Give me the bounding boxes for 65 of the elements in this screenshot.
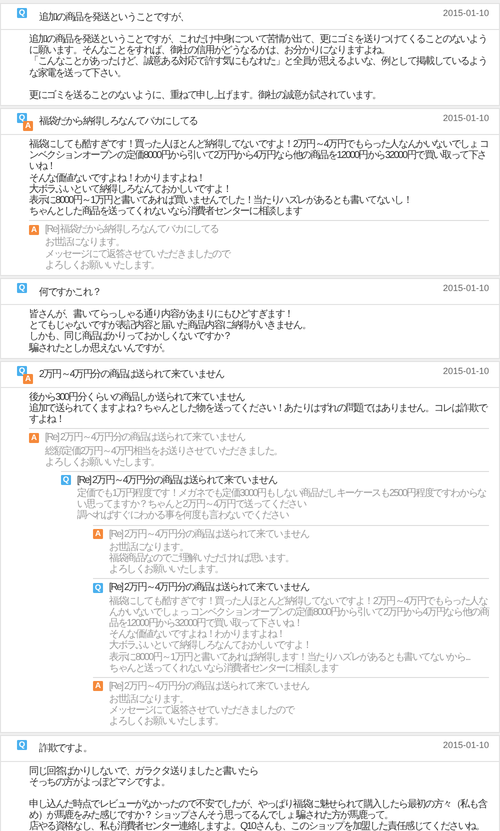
thread-title[interactable]: 2万円～4万円分の商品は送られて来ていません [39, 367, 437, 382]
reply-line: お世話になります。 [109, 694, 188, 706]
post-line: ちゃんとした商品を送ってくれないなら消費者センターに相談します [29, 206, 304, 218]
question-badge: Q [93, 582, 103, 593]
reply-title: [Re] 2万円～4万円分の商品は送られて来ていません [77, 474, 277, 486]
post-line: とてもじゃないですが表記内容と届いた商品内容に納得がいきません。 [29, 320, 312, 332]
reply-title: [Re] 2万円～4万円分の商品は送られて来ていません [109, 528, 309, 540]
question-badge: Q [17, 283, 27, 293]
post-line: そっちの方がよっぽどマシですよ。 [29, 776, 171, 788]
post-line: 店やる資格なし、私も消費者センター連絡しますよ。Q10さんも、このショップを加盟した責任感じてくださいね。 [29, 821, 486, 831]
question-badge: Q [17, 112, 27, 123]
post-date: 2015-01-10 [442, 740, 489, 750]
reply-line: よろしくお願いいたします。 [45, 260, 160, 271]
reply-line: 福袋にしても酷すぎです！買った人ほとんど納得してないですよ！2万円～4万円でもらった人なんかいないでしょっ コンベクションオーブンの定価8000円から引いて2万円から4万円なら他の商品を12000円から32000円で買い取って下さいね！ [109, 596, 489, 629]
thread-title[interactable]: 詐欺ですよ。 [39, 741, 437, 756]
post-line: そんな価値ないですよね！わかりますよね！ [29, 172, 206, 184]
post-line: 大ボラふいといて納得しろなんておかしいですよ！ [29, 184, 232, 195]
reply-line: そんな価値ないですよね！わかりますよね！ [109, 629, 286, 640]
post-line: 同じ回答ばかりしないで、ガラクタ送りましたと書いたら [29, 766, 259, 777]
answer-badge: A [93, 529, 103, 540]
answer-badge: A [93, 681, 103, 692]
reply-line: ちゃんと送ってくれないなら消費者センターに相談します [109, 662, 340, 674]
question-badge: Q [17, 8, 27, 18]
post-line: しかも、同じ商品ばかりっておかしくないですか？ [29, 331, 232, 342]
reply-line: 福袋商品なのでご理解いただければ思います。 [109, 553, 295, 564]
reply-line: よろしくお願いいたします。 [109, 716, 224, 728]
post-line: 騙されたとしか思えないんですが。 [29, 342, 171, 354]
answer-badge: A [23, 120, 33, 131]
reply-line: 表示に8000円～1万円と書いてあれば納得します！当たりハズレがあるとも書いてないから... [109, 652, 472, 662]
post-line: 皆さんが、書いてらっしゃる通り内容があまりにもひどすぎます！ [29, 309, 294, 320]
reply-line: 総額定価2万円～4万円相当をお送りさせていただきました。 [45, 446, 284, 457]
post-date: 2015-01-10 [442, 112, 489, 123]
thread-title[interactable]: 追加の商品を発送ということですが、 [39, 10, 437, 24]
post-line: 後から300円分くらいの商品しか送られて来ていません [29, 392, 246, 403]
reply-line: メッセージにて返答させていただきましたので [109, 705, 296, 716]
post-line: 表示に8000円～1万円と書いてあれば買いませんでした！当たりハズレがあるとも書いてないし！ [29, 194, 413, 206]
reply-line: よろしくお願いいたします。 [45, 456, 160, 468]
post-date: 2015-01-10 [442, 283, 489, 293]
answer-badge: A [29, 432, 39, 443]
reply-title: [Re] 2万円～4万円分の商品は送られて来ていません [45, 432, 245, 444]
reply-title: [Re] 2万円～4万円分の商品は送られて来ていません [109, 582, 309, 594]
thread-title[interactable]: 福袋だから納得しろなんてバカにしてる [39, 114, 437, 128]
post-line: 福袋にしても酷すぎです！買った人ほとんど納得してないですよ！2万円～4万円でもらった人なんかいないでしょ コンベクションオーブンの定価8000円から引いて2万円から4万円なら他の商品を12000円から32000円で買い取って下さいね！ [29, 138, 489, 172]
post-line: 「こんなことがあったけど、誠意ある対応で許す気にもなれた」と全員が思えるよいな、例として掲載しているような家電を送って下さい。 [29, 56, 488, 79]
reply-line: お世話になります。 [45, 237, 126, 248]
reply-line: お世話になります。 [109, 542, 190, 553]
answer-badge: A [29, 224, 39, 235]
question-badge: Q [17, 740, 27, 750]
post-line: 追加で送られてくますよね？ちゃんとした物を送ってください！あたりはずれの問題ではありません。コレは詐欺ですよね！ [29, 402, 488, 426]
post-line: 追加の商品を発送ということですが、これだけ中身について苦情が出て、更にゴミを送りつけてくることのないように願います。そんなことをすれば、御社の信用がどうなるかは、お分かりになりますよね。 [29, 34, 488, 56]
post-line: 申し込んだ時点でレビューがなかったので不安でしたが、やっぱり福袋に魅せられて購入したら最初の方々（私も含め）が馬鹿をみた感じですか？ ショップさんそう思ってるんでしょ 騙された方が馬鹿って。 [29, 799, 488, 822]
answer-badge: A [23, 374, 33, 384]
reply-line: よろしくお願いいたします。 [109, 564, 224, 576]
reply-line: 調べればすぐにわかる事を何度も言わないでください [77, 510, 290, 522]
reply-line: メッセージにて返答させていただきましたので [45, 248, 232, 260]
post-date: 2015-01-10 [442, 8, 489, 18]
reply-title: [Re] 福袋だから納得しろなんてバカにしてる [45, 224, 219, 236]
thread-title[interactable]: 何ですかこれ？ [39, 284, 437, 298]
reply-line: 定価でも1万円程度です！メガネでも定価3000円もしない商品だしキーケースも2500円程度ですわからない思ってますか？ちゃんと2万円～4万円で送ってください [77, 488, 487, 510]
question-badge: Q [61, 475, 71, 486]
reply-title: [Re] 2万円～4万円分の商品は送られて来ていません [109, 680, 309, 692]
question-badge: Q [17, 366, 27, 376]
reply-line: 大ボラふいといて納得しろなんておかしいですよ！ [109, 640, 312, 652]
post-line: 更にゴミを送ることのないように、重ねて申し上げます。御社の誠意が試されています。 [29, 90, 382, 101]
post-date: 2015-01-10 [442, 366, 489, 376]
